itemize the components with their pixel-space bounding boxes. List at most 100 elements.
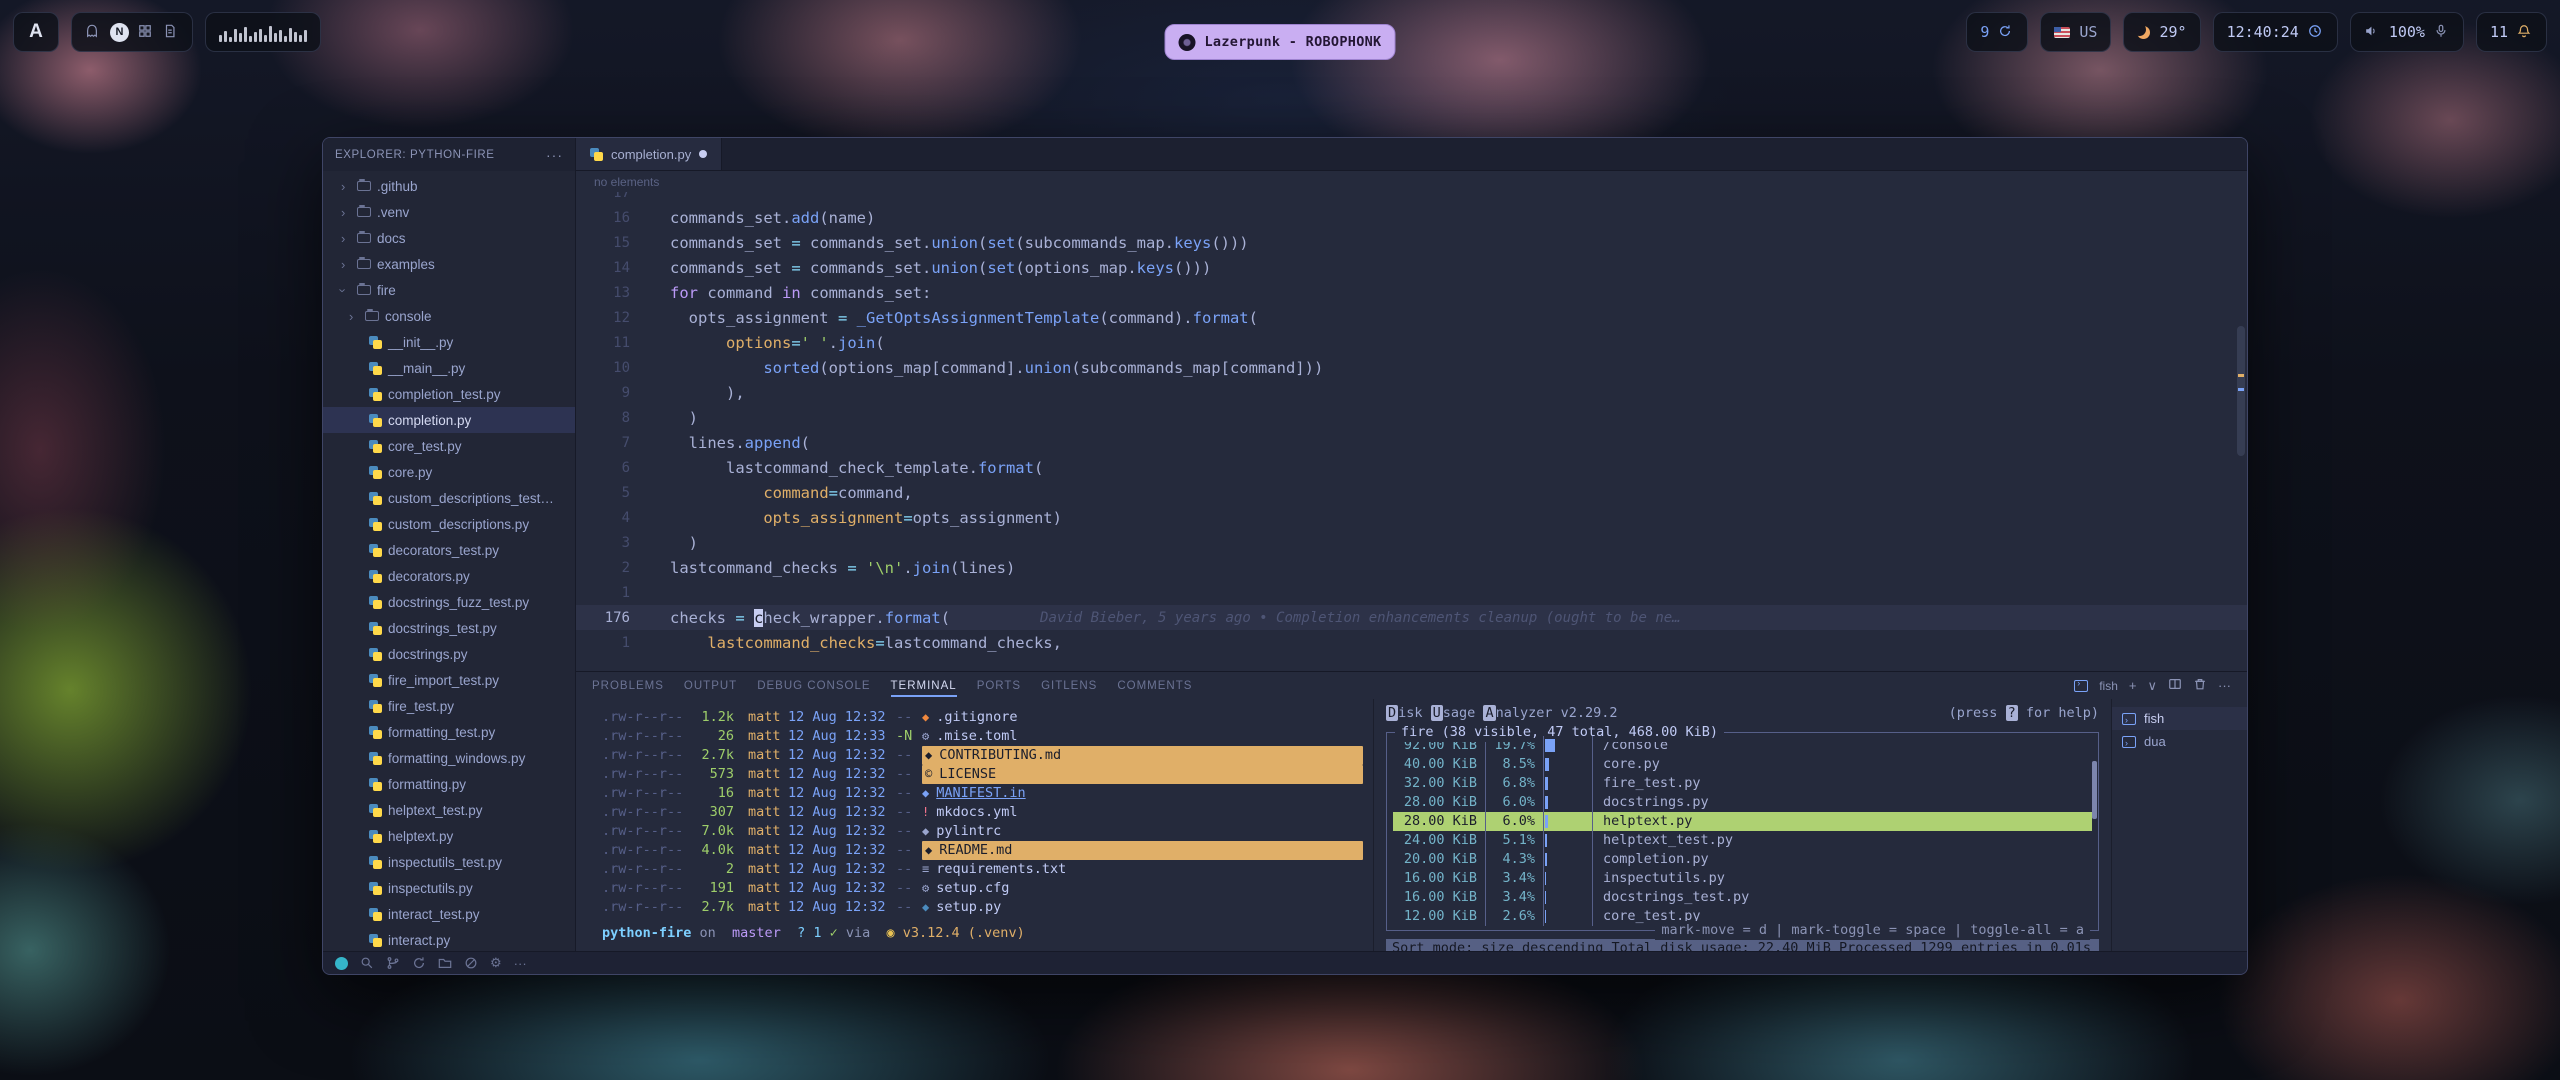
dua-row[interactable]: 28.00 KiB 6.0% helptext.py [1393,812,2092,831]
dua-keybind-hints: mark-move = d | mark-toggle = space | to… [1655,921,2090,940]
gear-icon[interactable]: ⚙ [490,955,502,971]
clock-widget[interactable]: 12:40:24 [2213,12,2338,52]
tree-item[interactable]: docs [323,225,575,251]
split-terminal-icon[interactable] [2168,677,2182,694]
app-launcher-button[interactable]: A [13,12,59,52]
editor-scrollbar[interactable] [2237,192,2245,671]
panel-tab[interactable]: COMMENTS [1117,675,1192,697]
remote-indicator-icon[interactable] [335,957,348,970]
modified-dot-icon[interactable] [699,150,707,158]
file-tree: .github .venv docs [323,171,575,951]
breadcrumb[interactable]: no elements [576,171,2247,192]
terminal-dua[interactable]: Disk Usage Analyzer v2.29.2 (press ? for… [1373,699,2111,951]
tree-item[interactable]: docstrings_test.py [323,615,575,641]
tree-item-label: fire [377,283,396,298]
panel-tab[interactable]: DEBUG CONSOLE [757,675,870,697]
terminal-profile-label[interactable]: fish [2099,679,2118,693]
system-monitor-widget[interactable] [205,12,321,52]
tree-item-label: docs [377,231,406,246]
panel-tab[interactable]: PORTS [977,675,1021,697]
new-terminal-button[interactable]: + [2129,678,2137,693]
tree-item[interactable]: formatting_test.py [323,719,575,745]
tree-item[interactable]: fire_import_test.py [323,667,575,693]
tree-item[interactable]: __init__.py [323,329,575,355]
grid-icon[interactable] [138,24,154,40]
terminal-fish[interactable]: .rw-r--r-- 1.2k matt 12 Aug 12:32 -- ◆ .… [576,699,1373,951]
album-record-icon [1179,34,1196,51]
tree-item[interactable]: core.py [323,459,575,485]
dua-row[interactable]: 16.00 KiB 3.4% inspectutils.py [1393,869,2092,888]
panel-tab[interactable]: PROBLEMS [592,675,664,697]
dua-row[interactable]: 32.00 KiB 6.8% fire_test.py [1393,774,2092,793]
audio-widget[interactable]: 100% [2350,12,2464,52]
keyboard-layout-widget[interactable]: US [2040,12,2111,52]
file-name: pylintrc [936,822,1001,841]
tree-item[interactable]: completion.py [323,407,575,433]
tree-item[interactable]: __main__.py [323,355,575,381]
line-number: 11 [576,335,646,351]
tree-item[interactable]: interact_test.py [323,901,575,927]
panel-tab[interactable]: TERMINAL [891,675,957,697]
tree-item[interactable]: formatting.py [323,771,575,797]
tree-item[interactable]: fire [323,277,575,303]
tree-item[interactable]: decorators_test.py [323,537,575,563]
circle-slash-icon[interactable] [464,956,478,970]
file-listing-row: .rw-r--r-- 7.0k matt 12 Aug 12:32 -- ◆ p… [602,822,1363,841]
profile-chevron-icon[interactable]: ∨ [2147,678,2157,694]
notifications-widget[interactable]: 11 [2476,12,2547,52]
dua-row[interactable]: 40.00 KiB 8.5% core.py [1393,755,2092,774]
dua-row[interactable]: 20.00 KiB 4.3% completion.py [1393,850,2092,869]
ghost-icon[interactable] [85,24,101,40]
now-playing-widget[interactable]: Lazerpunk - ROBOPHONK [1165,24,1396,60]
file-name: .gitignore [936,708,1017,727]
tree-item[interactable]: decorators.py [323,563,575,589]
tree-item[interactable]: custom_descriptions.py [323,511,575,537]
updates-widget[interactable]: 9 [1966,12,2028,52]
document-icon[interactable] [163,24,179,40]
dua-size-bar [1543,812,1593,831]
tab-completion-py[interactable]: completion.py [576,138,722,170]
python-file-icon [369,518,382,531]
tree-item-label: interact_test.py [388,907,480,922]
folder-icon[interactable] [438,956,452,970]
tree-item[interactable]: examples [323,251,575,277]
terminal-session-item[interactable]: fish [2112,707,2247,730]
panel-tab[interactable]: OUTPUT [684,675,737,697]
tree-item[interactable]: console [323,303,575,329]
tree-item[interactable]: core_test.py [323,433,575,459]
more-actions-icon[interactable]: ··· [546,147,563,163]
tree-item[interactable]: helptext.py [323,823,575,849]
dua-scrollbar[interactable] [2092,761,2097,819]
tree-item[interactable]: interact.py [323,927,575,951]
code-line: 6 lastcommand_check_template.format( [576,455,2247,480]
panel-more-icon[interactable]: ··· [2218,678,2231,693]
tree-item[interactable]: docstrings.py [323,641,575,667]
tree-item[interactable]: completion_test.py [323,381,575,407]
terminal-session-item[interactable]: dua [2112,730,2247,753]
panel-tab[interactable]: GITLENS [1041,675,1097,697]
tree-item[interactable]: custom_descriptions_test… [323,485,575,511]
tree-item[interactable]: docstrings_fuzz_test.py [323,589,575,615]
tree-item[interactable]: inspectutils_test.py [323,849,575,875]
code-line: 4 opts_assignment=opts_assignment) [576,505,2247,530]
git-branch-icon[interactable] [386,956,400,970]
line-number: 6 [576,460,646,476]
dua-row[interactable]: 24.00 KiB 5.1% helptext_test.py [1393,831,2092,850]
filetype-icon: ◆ [925,746,932,765]
tree-item[interactable]: helptext_test.py [323,797,575,823]
weather-widget[interactable]: 29° [2123,12,2200,52]
search-icon[interactable] [360,956,374,970]
status-more-icon[interactable]: ··· [514,956,527,971]
dua-row[interactable]: 28.00 KiB 6.0% docstrings.py [1393,793,2092,812]
tree-item[interactable]: inspectutils.py [323,875,575,901]
code-editor[interactable]: 17 """ 16 commands_set.add(name) 15 [576,192,2247,671]
tree-item[interactable]: fire_test.py [323,693,575,719]
workspace-n-badge[interactable]: N [110,23,129,42]
dua-row[interactable]: 16.00 KiB 3.4% docstrings_test.py [1393,888,2092,907]
kill-terminal-icon[interactable] [2193,677,2207,694]
tree-item[interactable]: .github [323,173,575,199]
tree-item[interactable]: formatting_windows.py [323,745,575,771]
notifications-count: 11 [2490,23,2508,41]
tree-item[interactable]: .venv [323,199,575,225]
sync-icon[interactable] [412,956,426,970]
